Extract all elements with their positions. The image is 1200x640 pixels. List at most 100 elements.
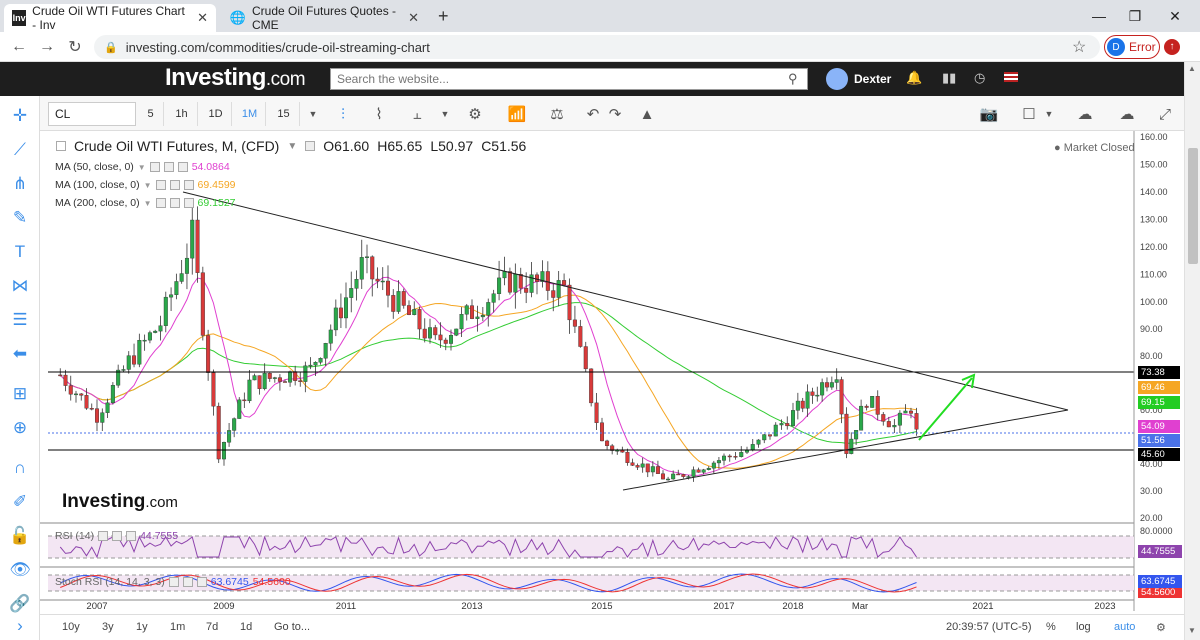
line-chart-icon[interactable]: ⌇ (366, 102, 392, 126)
bell-icon[interactable]: 🔔 (906, 70, 922, 86)
ma100-legend[interactable]: MA (100, close, 0) ▼ 69.4599 (55, 179, 236, 191)
settings-gear-icon[interactable]: ⚙ (462, 102, 488, 126)
candle-body (100, 412, 105, 423)
price-axis-tick: 30.00 (1140, 486, 1163, 496)
lock-drawing-icon[interactable]: 🔓 (5, 522, 35, 550)
brush-icon[interactable]: ✎ (5, 204, 35, 232)
zoom-icon[interactable]: ⊕ (5, 414, 35, 442)
text-icon[interactable]: T (5, 238, 35, 266)
range-3y[interactable]: 3y (102, 621, 114, 633)
range-10y[interactable]: 10y (62, 621, 80, 633)
close-tab-icon[interactable]: ✕ (197, 10, 208, 26)
trendline-icon[interactable]: ⟋ (5, 136, 35, 164)
range-1m[interactable]: 1m (170, 621, 185, 633)
close-tab-icon[interactable]: ✕ (408, 10, 419, 26)
range-1d[interactable]: 1d (240, 621, 252, 633)
collapse-legend-icon[interactable] (56, 141, 66, 151)
indicators-icon[interactable]: 📶 (504, 102, 530, 126)
ma200-legend[interactable]: MA (200, close, 0) ▼ 69.1527 (55, 197, 236, 209)
candle-body (701, 469, 706, 473)
new-tab-button[interactable]: + (438, 6, 449, 27)
pattern-icon[interactable]: ⋈ (5, 272, 35, 300)
clock-time: 20:39:57 (UTC-5) (946, 621, 1032, 633)
compare-icon[interactable]: ⚖ (544, 102, 570, 126)
candle-body (237, 399, 242, 419)
candles-icon[interactable]: ⫶ (330, 102, 356, 126)
scroll-up-icon[interactable]: ▲ (1188, 64, 1196, 73)
rsi-legend[interactable]: RSI (14) 44.7555 (55, 530, 178, 542)
fib-icon[interactable]: ☰ (5, 306, 35, 334)
auto-toggle[interactable]: auto (1114, 621, 1135, 633)
interval-15[interactable]: 15 (268, 102, 300, 126)
candle-body (795, 400, 800, 411)
percent-toggle[interactable]: % (1046, 621, 1056, 633)
dropdown-icon[interactable]: ▼ (287, 141, 297, 152)
search-icon[interactable]: ⚲ (788, 71, 798, 87)
candle-body (881, 414, 886, 422)
user-menu[interactable]: Dexter (826, 68, 891, 90)
clock-icon[interactable]: ◷ (974, 70, 985, 86)
back-button[interactable]: ← (8, 36, 30, 58)
us-flag-icon[interactable] (1004, 72, 1018, 82)
candle-body (875, 396, 880, 415)
measure-icon[interactable]: ⊞ (5, 380, 35, 408)
color-dropdown-icon[interactable]: ▼ (1036, 102, 1062, 126)
tab-cme[interactable]: 🌐 Crude Oil Futures Quotes - CME ✕ (222, 4, 427, 32)
url-field[interactable]: 🔒 investing.com/commodities/crude-oil-st… (94, 35, 1100, 59)
back-arrow-icon[interactable]: ⬅ (5, 340, 35, 368)
range-1y[interactable]: 1y (136, 621, 148, 633)
alert-icon[interactable]: ▲ (634, 102, 660, 126)
collapse-icon[interactable]: › (5, 612, 35, 640)
scroll-down-icon[interactable]: ▼ (1188, 626, 1196, 635)
investing-logo[interactable]: Investing.com (165, 64, 306, 92)
candle-body (380, 280, 385, 283)
interval-1d[interactable]: 1D (200, 102, 232, 126)
eye-icon[interactable]: 👁 (5, 556, 35, 584)
scrollbar-thumb[interactable] (1188, 148, 1198, 264)
forward-button[interactable]: → (36, 36, 58, 58)
candle-body (635, 465, 640, 468)
investing-favicon-icon: Inv (12, 10, 27, 26)
chart-type-dropdown-icon[interactable]: ▼ (432, 102, 458, 126)
candle-body (272, 377, 277, 379)
symbol-input[interactable]: CL (48, 102, 136, 126)
site-search-input[interactable]: Search the website... (330, 68, 808, 90)
interval-5[interactable]: 5 (138, 102, 164, 126)
portfolio-icon[interactable]: ▮▮ (942, 70, 956, 86)
candle-body (169, 294, 174, 298)
update-icon[interactable]: ↑ (1164, 39, 1180, 55)
pitchfork-icon[interactable]: ⋔ (5, 170, 35, 198)
bars-icon[interactable]: ⫠ (404, 102, 430, 126)
pencil-lock-icon[interactable]: ✐ (5, 488, 35, 516)
candle-body (671, 473, 676, 480)
settings-gear-icon[interactable]: ⚙ (1156, 621, 1166, 634)
ma50-legend[interactable]: MA (50, close, 0) ▼ 54.0864 (55, 161, 230, 173)
candle-body (349, 288, 354, 298)
goto-button[interactable]: Go to... (274, 621, 310, 633)
profile-button[interactable]: D Error (1104, 35, 1160, 59)
page-scrollbar[interactable]: ▲ ▼ (1184, 62, 1200, 640)
cloud-upload-icon[interactable]: ☁ (1114, 102, 1140, 126)
cloud-download-icon[interactable]: ☁ (1072, 102, 1098, 126)
log-toggle[interactable]: log (1076, 621, 1091, 633)
candle-body (594, 402, 599, 423)
settings-icon[interactable] (305, 141, 316, 151)
candle-body (800, 400, 805, 409)
interval-1m[interactable]: 1M (234, 102, 266, 126)
range-7d[interactable]: 7d (206, 621, 218, 633)
fullscreen-icon[interactable]: ⤢ (1152, 102, 1178, 126)
crosshair-icon[interactable]: ✛ (5, 102, 35, 130)
stoch-legend[interactable]: Stoch RSI (14, 14, 3, 3) 63.6745 54.5600 (55, 576, 291, 588)
interval-dropdown-icon[interactable]: ▼ (300, 102, 326, 126)
magnet-icon[interactable]: ∩ (5, 454, 35, 482)
redo-icon[interactable]: ↷ (602, 102, 628, 126)
bookmark-star-icon[interactable]: ☆ (1072, 37, 1086, 57)
close-window-button[interactable]: ✕ (1152, 0, 1198, 32)
candle-body (396, 291, 401, 312)
camera-icon[interactable]: 📷 (976, 102, 1002, 126)
tab-investing[interactable]: Inv Crude Oil WTI Futures Chart - Inv ✕ (4, 4, 216, 32)
interval-1h[interactable]: 1h (166, 102, 198, 126)
candle-body (791, 410, 796, 427)
reload-button[interactable]: ↻ (64, 36, 86, 58)
candle-body (605, 440, 610, 446)
